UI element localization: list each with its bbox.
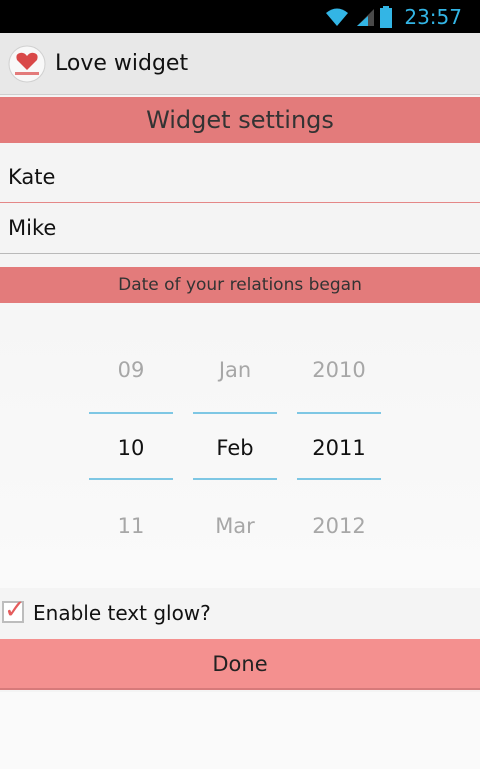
action-bar: Love widget xyxy=(0,33,480,95)
year-prev[interactable]: 2010 xyxy=(297,358,381,382)
year-divider-top xyxy=(297,412,381,414)
date-picker: 09 10 11 Jan Feb Mar 2010 2011 2012 xyxy=(0,303,480,588)
date-header: Date of your relations began xyxy=(0,267,480,303)
year-divider-bottom xyxy=(297,478,381,480)
status-time: 23:57 xyxy=(404,4,462,29)
day-divider-top xyxy=(89,412,173,414)
text-glow-checkbox[interactable]: ✓ xyxy=(2,595,26,625)
month-divider-top xyxy=(193,412,277,414)
day-picker[interactable]: 09 10 11 xyxy=(89,343,173,543)
first-name-field[interactable]: Kate xyxy=(0,153,480,203)
month-divider-bottom xyxy=(193,478,277,480)
month-picker[interactable]: Jan Feb Mar xyxy=(193,343,277,543)
day-next[interactable]: 11 xyxy=(89,514,173,538)
bottom-area xyxy=(0,692,480,769)
second-name-value: Mike xyxy=(8,216,57,240)
app-title: Love widget xyxy=(55,51,189,76)
done-button[interactable]: Done xyxy=(0,639,480,690)
day-selected[interactable]: 10 xyxy=(89,436,173,460)
text-glow-label[interactable]: Enable text glow? xyxy=(33,601,211,625)
month-prev[interactable]: Jan xyxy=(193,358,277,382)
signal-icon xyxy=(357,8,375,26)
month-next[interactable]: Mar xyxy=(193,514,277,538)
day-divider-bottom xyxy=(89,478,173,480)
battery-icon xyxy=(380,5,393,28)
status-bar: 23:57 xyxy=(0,0,480,33)
day-prev[interactable]: 09 xyxy=(89,358,173,382)
wifi-icon xyxy=(326,8,349,26)
first-name-value: Kate xyxy=(8,165,56,189)
year-picker[interactable]: 2010 2011 2012 xyxy=(297,343,381,543)
second-name-field[interactable]: Mike xyxy=(0,204,480,254)
month-selected[interactable]: Feb xyxy=(193,436,277,460)
year-next[interactable]: 2012 xyxy=(297,514,381,538)
heart-icon[interactable] xyxy=(8,45,46,83)
checkmark-icon: ✓ xyxy=(4,595,26,625)
text-glow-option[interactable]: ✓ Enable text glow? xyxy=(0,595,480,631)
year-selected[interactable]: 2011 xyxy=(297,436,381,460)
widget-settings-header: Widget settings xyxy=(0,97,480,143)
